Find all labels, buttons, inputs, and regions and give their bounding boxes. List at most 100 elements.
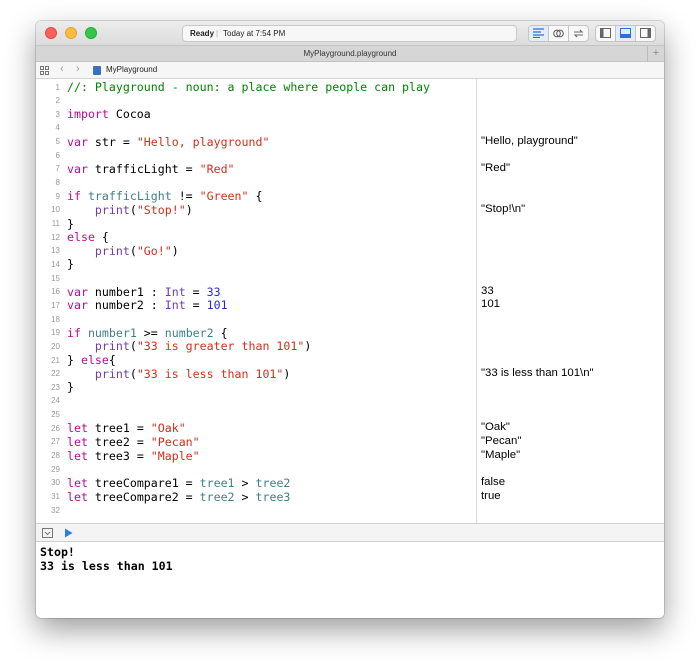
result-value[interactable]: "Maple" — [481, 449, 520, 461]
code-line[interactable]: } — [67, 380, 74, 394]
jump-bar: ‹ › MyPlayground — [36, 62, 664, 79]
code-line[interactable]: else { — [67, 230, 109, 244]
align-lines-icon — [533, 28, 544, 38]
line-number: 16 — [51, 287, 60, 297]
minimize-window-button[interactable] — [65, 27, 77, 39]
result-value[interactable]: 33 — [481, 285, 494, 297]
line-number: 13 — [51, 246, 60, 256]
code-line[interactable]: let treeCompare2 = tree2 > tree3 — [67, 490, 290, 504]
code-line[interactable]: let tree1 = "Oak" — [67, 421, 186, 435]
line-number: 27 — [51, 437, 60, 447]
line-number: 30 — [51, 478, 60, 488]
line-number: 14 — [51, 259, 60, 269]
playground-file-icon — [93, 66, 101, 75]
line-number: 28 — [51, 451, 60, 461]
line-number: 3 — [55, 109, 60, 119]
console-line: Stop! — [40, 545, 75, 559]
line-number: 31 — [51, 492, 60, 501]
panel-toggles — [595, 25, 656, 42]
result-value[interactable]: true — [481, 490, 501, 502]
run-playground-icon[interactable] — [64, 528, 73, 538]
toggle-utilities-button[interactable] — [636, 26, 655, 41]
line-number: 12 — [51, 232, 60, 242]
status-timestamp: Today at 7:54 PM — [223, 29, 286, 38]
line-number: 15 — [51, 273, 60, 283]
code-line[interactable]: let tree3 = "Maple" — [67, 449, 200, 463]
forward-button[interactable]: › — [76, 62, 80, 77]
line-number: 20 — [51, 341, 60, 351]
code-line[interactable]: var trafficLight = "Red" — [67, 162, 235, 176]
toggle-navigator-button[interactable] — [596, 26, 616, 41]
code-line[interactable]: print("33 is less than 101") — [67, 367, 290, 381]
assistant-editor-button[interactable] — [549, 26, 569, 41]
result-value[interactable]: "33 is less than 101\n" — [481, 367, 594, 379]
code-line[interactable]: let tree2 = "Pecan" — [67, 435, 200, 449]
line-number: 9 — [55, 191, 60, 201]
line-number: 10 — [51, 205, 60, 215]
result-value[interactable]: "Red" — [481, 162, 510, 174]
line-number: 22 — [51, 369, 60, 379]
toggle-debug-area-button[interactable] — [616, 26, 636, 41]
code-line[interactable]: print("Stop!") — [67, 203, 193, 217]
line-number: 25 — [51, 410, 60, 420]
xcode-playground-window: Ready | Today at 7:54 PM MyPlayground.pl… — [36, 21, 664, 618]
debug-bar — [36, 523, 664, 542]
code-line[interactable]: } — [67, 257, 74, 271]
line-number: 11 — [51, 219, 60, 228]
line-number: 32 — [51, 505, 60, 515]
code-line[interactable]: if number1 >= number2 { — [67, 326, 228, 340]
line-number: 6 — [55, 150, 60, 160]
tab-bar: MyPlayground.playground + — [36, 45, 664, 62]
line-number: 4 — [55, 123, 60, 133]
code-line[interactable]: let treeCompare1 = tree1 > tree2 — [67, 476, 290, 490]
result-value[interactable]: "Oak" — [481, 421, 510, 433]
line-number: 8 — [55, 178, 60, 188]
code-line[interactable]: import Cocoa — [67, 107, 151, 121]
compare-arrows-icon — [573, 29, 584, 38]
zoom-window-button[interactable] — [85, 27, 97, 39]
line-number: 18 — [51, 314, 60, 324]
result-value[interactable]: "Pecan" — [481, 435, 521, 447]
related-items-grid-icon[interactable] — [40, 66, 49, 75]
line-number: 24 — [51, 396, 60, 406]
title-bar: Ready | Today at 7:54 PM — [36, 21, 664, 45]
line-number: 2 — [55, 96, 60, 106]
code-line[interactable]: var number2 : Int = 101 — [67, 298, 228, 312]
hide-debug-area-icon[interactable] — [42, 528, 53, 538]
back-button[interactable]: ‹ — [60, 62, 64, 77]
panel-bottom-icon — [620, 28, 631, 38]
line-number: 29 — [51, 464, 60, 474]
linked-rings-icon — [553, 29, 564, 38]
code-line[interactable]: print("33 is greater than 101") — [67, 339, 311, 353]
result-value[interactable]: "Stop!\n" — [481, 203, 525, 215]
results-sidebar: "Hello, playground" "Red" "Stop!\n" 33 101 "3… — [476, 79, 664, 523]
breadcrumb[interactable]: MyPlayground — [106, 62, 157, 78]
line-number: 26 — [51, 423, 60, 433]
line-number: 1 — [55, 82, 60, 92]
new-tab-button[interactable]: + — [647, 46, 664, 61]
line-number: 5 — [55, 137, 60, 147]
status-label: Ready — [190, 29, 215, 38]
standard-editor-button[interactable] — [529, 26, 549, 41]
code-line[interactable]: //: Playground - noun: a place where peo… — [67, 80, 430, 94]
code-line[interactable]: print("Go!") — [67, 244, 179, 258]
code-line[interactable]: } — [67, 217, 74, 231]
result-value[interactable]: 101 — [481, 298, 500, 310]
tab-playground[interactable]: MyPlayground.playground — [304, 49, 397, 58]
line-number: 21 — [51, 355, 60, 365]
result-value[interactable]: "Hello, playground" — [481, 135, 578, 147]
code-line[interactable]: var str = "Hello, playground" — [67, 135, 269, 149]
code-line[interactable]: } else{ — [67, 353, 116, 367]
result-value[interactable]: false — [481, 476, 505, 488]
version-editor-button[interactable] — [569, 26, 588, 41]
console-output: Stop! 33 is less than 101 — [36, 542, 664, 618]
status-separator: | — [216, 29, 219, 38]
line-number: 17 — [51, 300, 60, 310]
sidebar-right-icon — [640, 28, 651, 38]
sidebar-left-icon — [600, 28, 611, 38]
code-line[interactable]: var number1 : Int = 33 — [67, 285, 221, 299]
source-editor[interactable]: 1 //: Playground - noun: a place where pe… — [36, 79, 476, 523]
line-number: 7 — [55, 164, 60, 174]
code-line[interactable]: if trafficLight != "Green" { — [67, 189, 262, 203]
close-window-button[interactable] — [45, 27, 57, 39]
